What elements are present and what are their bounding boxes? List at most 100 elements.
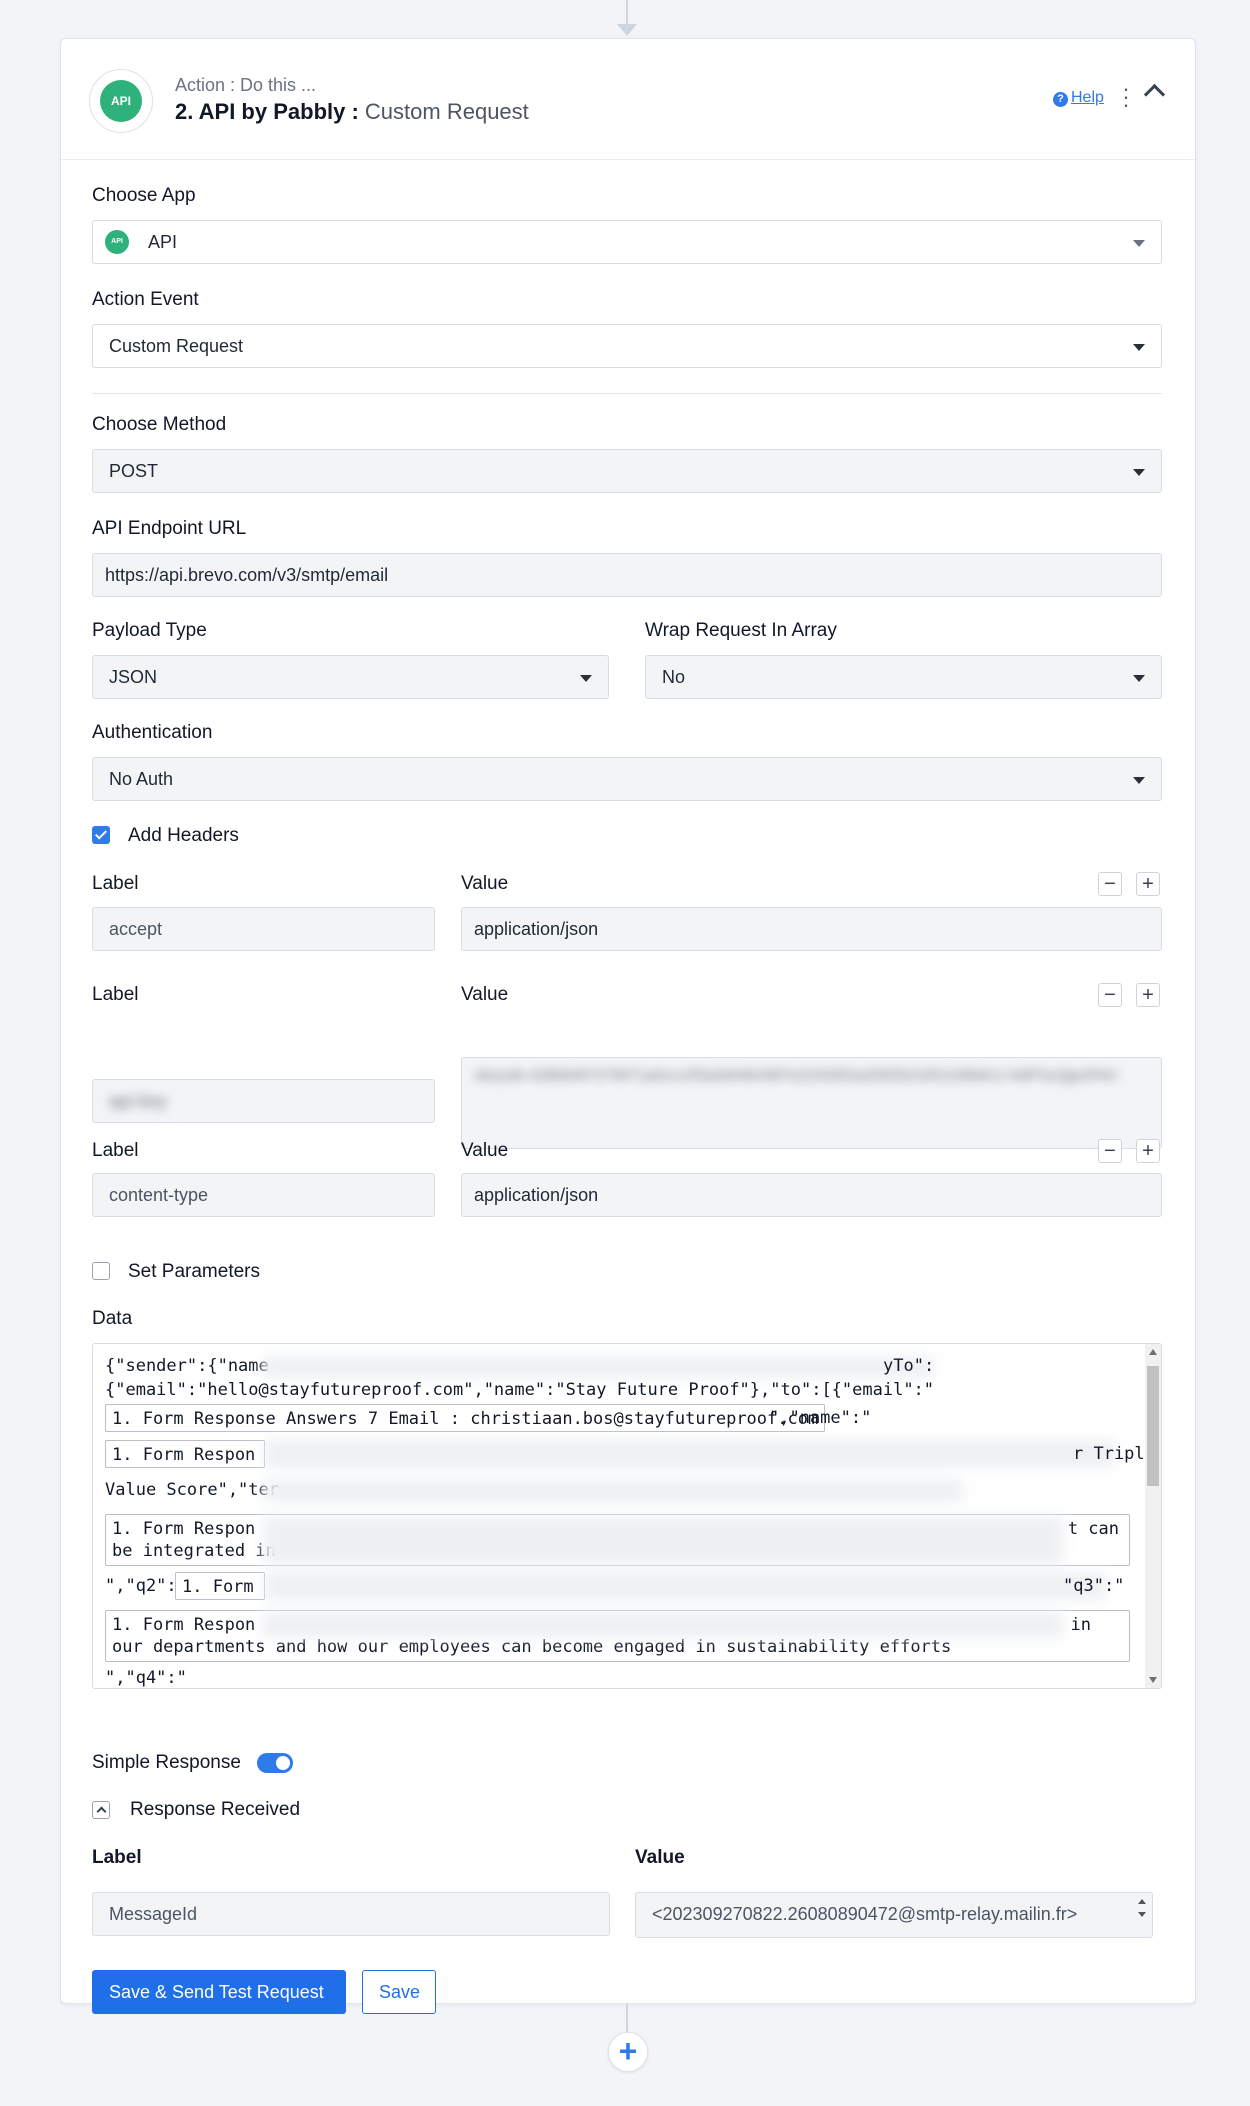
dropdown-caret-icon	[1133, 777, 1145, 784]
wrap-request-select[interactable]: No	[645, 655, 1162, 699]
choose-method-value: POST	[109, 461, 159, 481]
header-label-blurred: api-key	[109, 1091, 168, 1111]
remove-header-button[interactable]: −	[1098, 983, 1122, 1007]
header-value-title: Value	[461, 984, 509, 1005]
remove-header-button[interactable]: −	[1098, 1139, 1122, 1163]
action-step-card: API Action : Do this ... 2. API by Pabbl…	[60, 38, 1196, 2014]
collapse-chevron-icon[interactable]	[1143, 83, 1166, 106]
help-icon: ?	[1053, 92, 1068, 107]
action-event-value: Custom Request	[109, 336, 244, 356]
simple-response-label: Simple Response	[92, 1752, 241, 1773]
pill-text: our departments and how our employees ca…	[112, 1637, 952, 1657]
pill-text: 1. Form Respon	[112, 1519, 256, 1539]
api-mini-logo-icon: API	[105, 230, 129, 254]
response-value-text: <202309270822.26080890472@smtp-relay.mai…	[652, 1904, 1078, 1924]
authentication-value: No Auth	[109, 769, 174, 789]
header-label-title: Label	[92, 873, 139, 894]
step-title: 2. API by Pabbly : Custom Request	[175, 99, 529, 125]
add-step-button[interactable]: +	[608, 2032, 648, 2072]
choose-method-label: Choose Method	[92, 414, 227, 435]
data-editor[interactable]: {"sender":{"name yTo": {"email":"hello@s…	[92, 1343, 1162, 1689]
mapped-field-pill[interactable]: 1. Form Response Answers 7 Email : chris…	[105, 1404, 826, 1432]
data-label: Data	[92, 1308, 133, 1329]
redacted-region	[263, 1480, 963, 1502]
data-line: ","q4":"	[105, 1668, 187, 1688]
dropdown-caret-icon	[1133, 469, 1145, 476]
header-label-input[interactable]: content-type	[92, 1173, 435, 1217]
more-options-icon[interactable]: · · ·	[1121, 78, 1131, 116]
authentication-label: Authentication	[92, 722, 213, 743]
save-button[interactable]: Save	[362, 1970, 436, 2014]
data-line: {"email":"hello@stayfutureproof.com","na…	[105, 1380, 935, 1400]
set-parameters-checkbox[interactable]	[92, 1262, 110, 1280]
dropdown-caret-icon	[580, 675, 592, 682]
add-headers-label: Add Headers	[128, 825, 239, 846]
step-title-event: Custom Request	[364, 99, 529, 124]
redacted-region	[263, 1516, 1063, 1564]
step-subtitle: Action : Do this ...	[175, 75, 317, 95]
dropdown-caret-icon	[1133, 240, 1145, 247]
help-link[interactable]: ? Help	[1053, 89, 1104, 107]
wrap-request-label: Wrap Request In Array	[645, 620, 837, 641]
scroll-up-icon[interactable]	[1149, 1349, 1157, 1355]
data-line: "q3":"	[1063, 1576, 1125, 1596]
section-divider	[92, 393, 1162, 394]
add-headers-checkbox[interactable]	[92, 826, 110, 844]
header-label-input[interactable]: api-key	[92, 1079, 435, 1123]
data-line: yTo":	[883, 1356, 935, 1376]
remove-header-button[interactable]: −	[1098, 872, 1122, 896]
response-value-textarea[interactable]: <202309270822.26080890472@smtp-relay.mai…	[635, 1892, 1153, 1938]
authentication-select[interactable]: No Auth	[92, 757, 1162, 801]
textarea-spinner-icon[interactable]	[1138, 1899, 1146, 1917]
response-value-title: Value	[635, 1847, 685, 1868]
simple-response-toggle[interactable]	[257, 1753, 293, 1773]
header-value-title: Value	[461, 1140, 509, 1161]
action-event-label: Action Event	[92, 289, 199, 310]
response-collapse-icon[interactable]	[92, 1801, 110, 1819]
payload-type-value: JSON	[109, 667, 158, 687]
header-label-title: Label	[92, 984, 139, 1005]
header-value-input[interactable]: xkeysib-428b8497279971a0ccc2f3a3d44b4387…	[461, 1057, 1162, 1149]
header-value-input[interactable]: application/json	[461, 1173, 1162, 1217]
card-header[interactable]: API Action : Do this ... 2. API by Pabbl…	[61, 39, 1195, 160]
dropdown-caret-icon	[1133, 675, 1145, 682]
help-label: Help	[1071, 89, 1104, 106]
pill-text: in	[1070, 1615, 1091, 1635]
redacted-region	[265, 1572, 1105, 1600]
response-label-input[interactable]: MessageId	[92, 1892, 610, 1936]
data-line: {"sender":{"name	[105, 1356, 269, 1376]
data-line: ","name":"	[769, 1408, 872, 1428]
choose-method-select[interactable]: POST	[92, 449, 1162, 493]
mapped-field-pill[interactable]: 1. Form Respon	[105, 1440, 265, 1468]
data-line: Value Score","ter	[105, 1480, 279, 1500]
choose-app-select[interactable]: API API	[92, 220, 1162, 264]
choose-app-value: API	[148, 232, 178, 252]
scroll-down-icon[interactable]	[1149, 1677, 1157, 1683]
redacted-region	[265, 1440, 1115, 1468]
data-scrollbar[interactable]	[1145, 1344, 1161, 1688]
connector-arrow-icon	[617, 24, 637, 36]
header-label-input[interactable]: accept	[92, 907, 435, 951]
api-logo-icon: API	[100, 80, 142, 122]
add-header-button[interactable]: +	[1136, 1139, 1160, 1163]
api-app-logo: API	[89, 69, 153, 133]
response-label-title: Label	[92, 1847, 142, 1868]
data-line: r Triple	[1073, 1444, 1155, 1464]
payload-type-select[interactable]: JSON	[92, 655, 609, 699]
dropdown-caret-icon	[1133, 344, 1145, 351]
endpoint-url-input[interactable]: https://api.brevo.com/v3/smtp/email	[92, 553, 1162, 597]
header-value-input[interactable]: application/json	[461, 907, 1162, 951]
header-label-title: Label	[92, 1140, 139, 1161]
set-parameters-label: Set Parameters	[128, 1261, 260, 1282]
action-event-select[interactable]: Custom Request	[92, 324, 1162, 368]
scroll-thumb[interactable]	[1147, 1366, 1159, 1486]
pill-text: t can	[1067, 1519, 1119, 1539]
header-value-title: Value	[461, 873, 509, 894]
add-header-button[interactable]: +	[1136, 983, 1160, 1007]
mapped-field-pill[interactable]: 1. Form	[175, 1572, 265, 1600]
header-value-blurred: xkeysib-428b8497279971a0ccc2f3a3d44b4387…	[474, 1067, 1118, 1084]
redacted-region	[263, 1612, 1063, 1638]
add-header-button[interactable]: +	[1136, 872, 1160, 896]
choose-app-label: Choose App	[92, 185, 196, 206]
save-send-test-button[interactable]: Save & Send Test Request	[92, 1970, 346, 2014]
